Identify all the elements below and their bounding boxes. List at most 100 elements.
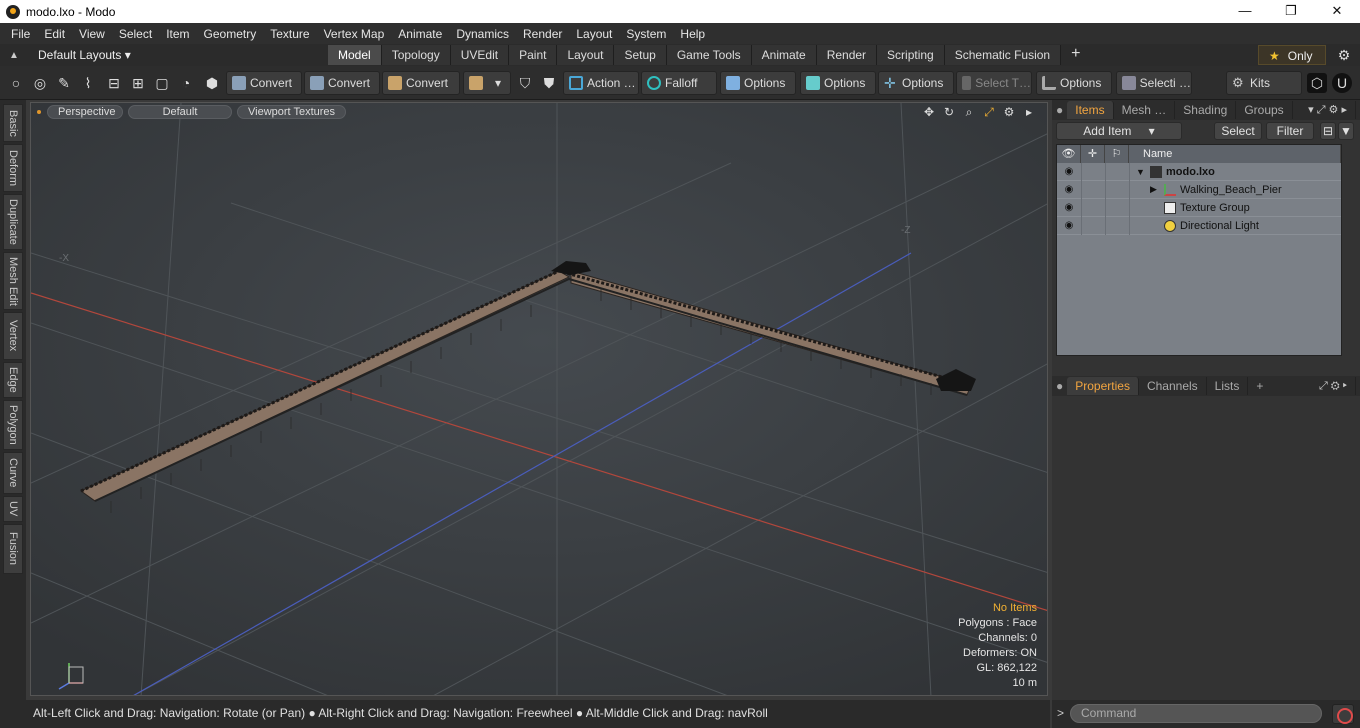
menu-geometry[interactable]: Geometry — [197, 27, 264, 41]
tab-setup[interactable]: Setup — [614, 45, 667, 65]
menu-layout[interactable]: Layout — [569, 27, 619, 41]
tree-item-scene[interactable]: ◉ ▼ modo.lxo — [1057, 162, 1341, 181]
menu-select[interactable]: Select — [112, 27, 159, 41]
tab-vertex[interactable]: Vertex — [3, 312, 23, 360]
type-column-icon[interactable]: ⚐ — [1105, 145, 1129, 163]
panel-options-icon[interactable]: ⤢ ⚙ ▸ — [1311, 377, 1356, 395]
edges-mode-icon[interactable]: ⊟ — [104, 73, 124, 93]
maximize-button[interactable]: ❐ — [1268, 0, 1314, 23]
menu-vertex-map[interactable]: Vertex Map — [317, 27, 392, 41]
symmetry-icon[interactable]: ⛉ — [515, 73, 535, 93]
filter-button[interactable]: Filter — [1266, 122, 1314, 140]
convert-edges-button[interactable]: Convert — [304, 71, 380, 95]
convert-vertices-button[interactable]: Convert — [226, 71, 302, 95]
menu-render[interactable]: Render — [516, 27, 569, 41]
viewport-textures-button[interactable]: Viewport Textures — [237, 105, 347, 119]
tab-polygon[interactable]: Polygon — [3, 400, 23, 450]
unreal-icon[interactable]: U — [1332, 73, 1352, 93]
tab-lists[interactable]: Lists — [1207, 377, 1249, 395]
tab-curve[interactable]: Curve — [3, 452, 23, 494]
component-dropdown[interactable]: ▾ — [463, 71, 511, 95]
selection-sets-button[interactable]: Selecti … — [1116, 71, 1192, 95]
options-button-1[interactable]: Options — [720, 71, 796, 95]
tab-game-tools[interactable]: Game Tools — [666, 45, 752, 65]
menu-dynamics[interactable]: Dynamics — [449, 27, 516, 41]
name-column-header[interactable]: Name — [1129, 145, 1341, 163]
add-tab-button[interactable]: + — [1248, 377, 1271, 395]
zoom-view-icon[interactable]: ⌕ — [959, 105, 979, 120]
eye-icon[interactable]: ◉ — [1057, 184, 1081, 195]
default-layouts-dropdown[interactable]: Default Layouts ▾ — [28, 48, 328, 62]
menu-view[interactable]: View — [72, 27, 112, 41]
maximize-view-icon[interactable]: ⤢ — [979, 105, 999, 120]
shading-button[interactable]: Default — [128, 105, 232, 119]
rotate-view-icon[interactable]: ↻ — [939, 105, 959, 120]
tree-item-texture-group[interactable]: ◉ Texture Group — [1057, 198, 1341, 217]
select-button[interactable]: Select — [1214, 122, 1262, 140]
options-button-3[interactable]: ✛ Options — [878, 71, 954, 95]
3d-viewport[interactable]: -X -Z Perspective Default Viewport Textu… — [30, 102, 1048, 696]
falloff-button[interactable]: Falloff — [641, 71, 717, 95]
add-tab-button[interactable]: + — [1061, 45, 1090, 65]
tab-fusion[interactable]: Fusion — [3, 524, 23, 574]
auto-select-icon[interactable]: ⬢ — [202, 73, 222, 93]
command-input[interactable]: Command — [1070, 704, 1322, 723]
snap-icon[interactable]: ⛊ — [539, 73, 559, 93]
options-button-2[interactable]: Options — [800, 71, 876, 95]
tab-basic[interactable]: Basic — [3, 104, 23, 142]
tab-properties[interactable]: Properties — [1067, 377, 1139, 395]
unity-icon[interactable]: ⬡ — [1307, 73, 1327, 93]
pen-icon[interactable]: ✎ — [54, 73, 74, 93]
panel-options-icon[interactable]: ▾ ⤢ ⚙ ▸ — [1300, 101, 1356, 119]
only-toggle[interactable]: ★ Only — [1258, 45, 1326, 65]
menu-item[interactable]: Item — [159, 27, 196, 41]
tab-topology[interactable]: Topology — [381, 45, 451, 65]
vertices-mode-icon[interactable]: ○ — [6, 73, 26, 93]
eye-icon[interactable]: ◉ — [1057, 166, 1081, 177]
tab-edge[interactable]: Edge — [3, 362, 23, 398]
tab-shading[interactable]: Shading — [1175, 101, 1237, 119]
tab-duplicate[interactable]: Duplicate — [3, 194, 23, 250]
minimize-button[interactable]: — — [1222, 0, 1268, 23]
menu-edit[interactable]: Edit — [37, 27, 72, 41]
gear-icon[interactable]: ⚙ — [1334, 45, 1354, 65]
tab-paint[interactable]: Paint — [509, 45, 558, 65]
collapse-icon[interactable]: ⊟ — [1320, 122, 1336, 140]
panel-dot-icon[interactable]: ● — [1052, 101, 1067, 119]
tab-mesh-edit[interactable]: Mesh Edit — [3, 252, 23, 310]
tab-groups[interactable]: Groups — [1236, 101, 1293, 119]
tab-channels[interactable]: Channels — [1139, 377, 1207, 395]
options-button-4[interactable]: Options — [1036, 71, 1112, 95]
tab-scripting[interactable]: Scripting — [877, 45, 945, 65]
tab-uvedit[interactable]: UVEdit — [450, 45, 510, 65]
polygons-mode-icon[interactable]: ⊞ — [128, 73, 148, 93]
menu-animate[interactable]: Animate — [391, 27, 449, 41]
items-mode-icon[interactable]: ▢ — [152, 73, 172, 93]
tab-layout[interactable]: Layout — [557, 45, 615, 65]
materials-mode-icon[interactable]: ◔ — [176, 73, 196, 93]
action-center-button[interactable]: Action … — [563, 71, 639, 95]
viewport-menu-dot-icon[interactable] — [37, 110, 41, 114]
tab-model[interactable]: Model — [328, 45, 382, 65]
brush-icon[interactable]: ⌇ — [78, 73, 98, 93]
viewport-expand-arrow-icon[interactable]: ▸ — [1019, 105, 1039, 120]
convert-polygons-button[interactable]: Convert — [382, 71, 460, 95]
menu-file[interactable]: File — [4, 27, 37, 41]
close-button[interactable]: ✕ — [1314, 0, 1360, 23]
tree-item-directional-light[interactable]: ◉ Directional Light — [1057, 216, 1341, 235]
tab-mesh[interactable]: Mesh … — [1114, 101, 1176, 119]
eye-icon[interactable]: ◉ — [1057, 220, 1081, 231]
menu-help[interactable]: Help — [673, 27, 712, 41]
funnel-icon[interactable]: ▼ — [1338, 122, 1354, 140]
menu-texture[interactable]: Texture — [263, 27, 316, 41]
expand-arrow-icon[interactable]: ▼ — [1136, 167, 1150, 177]
collapse-arrow-icon[interactable]: ▲ — [0, 50, 28, 61]
expand-arrow-icon[interactable]: ▶ — [1150, 184, 1164, 195]
tab-schematic-fusion[interactable]: Schematic Fusion — [944, 45, 1062, 65]
visibility-column-icon[interactable]: 👁 — [1057, 145, 1081, 163]
record-macro-icon[interactable] — [1332, 704, 1354, 724]
tab-animate[interactable]: Animate — [751, 45, 817, 65]
viewport-settings-icon[interactable]: ⚙ — [999, 105, 1019, 120]
lock-column-icon[interactable]: ✛ — [1081, 145, 1105, 163]
tab-deform[interactable]: Deform — [3, 144, 23, 192]
